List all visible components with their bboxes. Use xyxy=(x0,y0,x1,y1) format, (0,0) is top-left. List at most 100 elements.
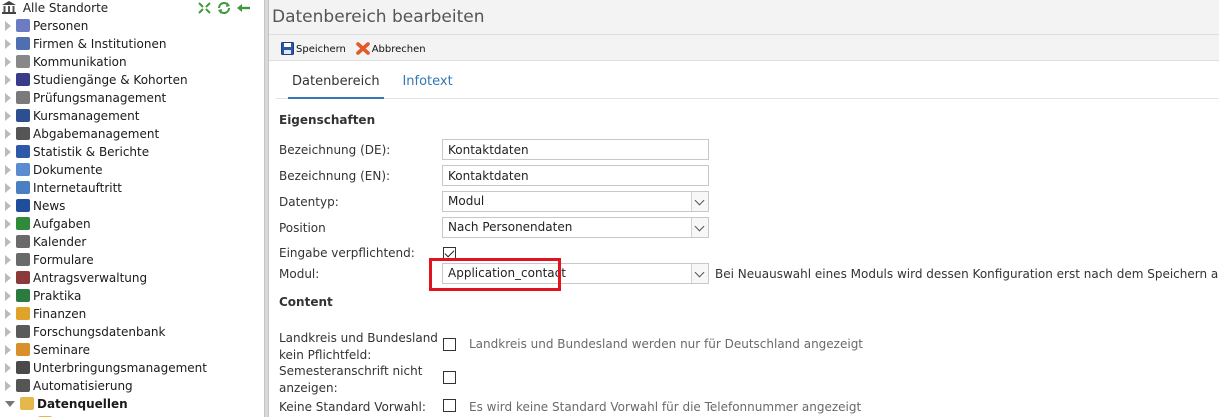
sidebar-item[interactable]: Statistik & Berichte xyxy=(0,143,264,161)
chevron-right-icon[interactable] xyxy=(5,129,11,139)
chevron-right-icon[interactable] xyxy=(5,345,11,355)
save-button[interactable]: Speichern xyxy=(281,42,346,55)
toolbar: Speichern Abbrechen xyxy=(269,35,1219,61)
datatype-select[interactable]: Modul xyxy=(442,191,709,212)
chevron-right-icon[interactable] xyxy=(5,183,11,193)
sidebar-item-label: Antragsverwaltung xyxy=(33,271,148,285)
sidebar-item[interactable]: Abgabemanagement xyxy=(0,125,264,143)
required-checkbox[interactable] xyxy=(443,247,456,260)
sidebar-item-label: Forschungsdatenbank xyxy=(33,325,166,339)
sidebar-item[interactable]: Prüfungsmanagement xyxy=(0,89,264,107)
sidebar-item[interactable]: Aufgaben xyxy=(0,215,264,233)
sidebar-item[interactable]: Automatisierung xyxy=(0,377,264,395)
network-icon xyxy=(16,289,30,302)
district-label: Landkreis und Bundesland kein Pflichtfel… xyxy=(279,330,438,364)
factory-icon xyxy=(16,37,30,50)
tab-infotext[interactable]: Infotext xyxy=(398,62,456,99)
sidebar-item[interactable]: Kommunikation xyxy=(0,53,264,71)
chevron-right-icon[interactable] xyxy=(5,219,11,229)
sidebar-item[interactable]: Personen xyxy=(0,17,264,35)
chevron-right-icon[interactable] xyxy=(5,363,11,373)
gear-icon xyxy=(16,379,30,392)
module-hint: Bei Neuauswahl eines Moduls wird dessen … xyxy=(715,267,1219,281)
globe-icon xyxy=(16,181,30,194)
name-de-input[interactable] xyxy=(442,139,709,160)
sidebar-item-label: Internetauftritt xyxy=(33,181,123,195)
sidebar-item[interactable]: Internetauftritt xyxy=(0,179,264,197)
sidebar-item[interactable]: Firmen & Institutionen xyxy=(0,35,264,53)
sidebar-tree: Alle Standorte Personen Firmen & Institut… xyxy=(0,0,264,417)
chevron-right-icon[interactable] xyxy=(5,291,11,301)
sidebar-item-label: Studiengänge & Kohorten xyxy=(33,73,188,87)
chevron-right-icon[interactable] xyxy=(5,165,11,175)
district-checkbox[interactable] xyxy=(443,338,456,351)
chevron-right-icon[interactable] xyxy=(5,309,11,319)
sidebar-item[interactable]: Dokumente xyxy=(0,161,264,179)
sidebar-item-label: Kalender xyxy=(33,235,87,249)
chevron-right-icon[interactable] xyxy=(5,75,11,85)
chevron-right-icon[interactable] xyxy=(5,39,11,49)
sidebar-item-label: Finanzen xyxy=(33,307,87,321)
dialcode-checkbox[interactable] xyxy=(443,399,456,412)
form-row-dialcode: Keine Standard Vorwahl: Es wird keine St… xyxy=(279,395,1219,419)
module-select[interactable]: Application_contact xyxy=(442,263,709,284)
form-panel: Datenbereich Infotext Eigenschaften Beze… xyxy=(276,62,1219,417)
chevron-right-icon[interactable] xyxy=(5,111,11,121)
chevron-right-icon[interactable] xyxy=(5,57,11,67)
info-icon xyxy=(16,199,30,212)
sidebar-item[interactable]: Kursmanagement xyxy=(0,107,264,125)
sidebar-item[interactable]: News xyxy=(0,197,264,215)
sidebar-item-label: Aufgaben xyxy=(33,217,91,231)
tree-subitem[interactable] xyxy=(0,413,264,417)
tab-datenbereich[interactable]: Datenbereich xyxy=(288,62,384,99)
sidebar-item[interactable]: Studiengänge & Kohorten xyxy=(0,71,264,89)
sidebar-item[interactable]: Kalender xyxy=(0,233,264,251)
sidebar-item[interactable]: Praktika xyxy=(0,287,264,305)
page-title: Datenbereich bearbeiten xyxy=(269,0,1219,35)
position-label: Position xyxy=(279,221,326,235)
coins-icon xyxy=(16,307,30,320)
sidebar-root-row[interactable]: Alle Standorte xyxy=(0,0,264,17)
sidebar-item-label: Firmen & Institutionen xyxy=(33,37,167,51)
name-en-input[interactable] xyxy=(442,165,709,186)
tree-tools xyxy=(198,2,253,15)
sidebar-item[interactable]: Formulare xyxy=(0,251,264,269)
chevron-right-icon[interactable] xyxy=(5,147,11,157)
chevron-right-icon[interactable] xyxy=(5,327,11,337)
sidebar-item-label: Kursmanagement xyxy=(33,109,140,123)
module-value: Application_contact xyxy=(448,266,566,280)
floppy-disk-icon xyxy=(281,42,294,55)
chevron-down-icon[interactable] xyxy=(5,401,15,407)
position-value: Nach Personendaten xyxy=(448,220,573,234)
chevron-right-icon[interactable] xyxy=(5,381,11,391)
chevron-right-icon[interactable] xyxy=(5,273,11,283)
sidebar-item-label: Seminare xyxy=(33,343,91,357)
sidebar-item-label: Automatisierung xyxy=(33,379,133,393)
chevron-right-icon[interactable] xyxy=(5,237,11,247)
name-de-label: Bezeichnung (DE): xyxy=(279,143,391,157)
cancel-button-label: Abbrechen xyxy=(371,44,426,55)
chevron-down-icon xyxy=(691,192,708,211)
position-select[interactable]: Nach Personendaten xyxy=(442,217,709,238)
sidebar-root-label: Alle Standorte xyxy=(22,1,109,15)
chevron-down-icon xyxy=(691,264,708,283)
form-row-semester: Semesteranschrift nicht anzeigen: xyxy=(279,363,1219,397)
sidebar-item-label: Datenquellen xyxy=(37,397,128,411)
chevron-right-icon[interactable] xyxy=(5,255,11,265)
module-label: Modul: xyxy=(279,267,320,281)
sidebar-item[interactable]: Seminare xyxy=(0,341,264,359)
chevron-right-icon[interactable] xyxy=(5,93,11,103)
form-row-district: Landkreis und Bundesland kein Pflichtfel… xyxy=(279,330,1219,364)
id-card-icon xyxy=(16,127,30,140)
sidebar-item[interactable]: Datenquellen xyxy=(0,395,264,413)
section-title-content: Content xyxy=(279,295,333,309)
chevron-right-icon[interactable] xyxy=(5,201,11,211)
folder-icon xyxy=(16,163,30,176)
chevron-right-icon[interactable] xyxy=(5,21,11,31)
cancel-button[interactable]: Abbrechen xyxy=(355,42,426,55)
sidebar-item[interactable]: Antragsverwaltung xyxy=(0,269,264,287)
sidebar-item[interactable]: Finanzen xyxy=(0,305,264,323)
semester-checkbox[interactable] xyxy=(443,371,456,384)
sidebar-item[interactable]: Unterbringungsmanagement xyxy=(0,359,264,377)
sidebar-item[interactable]: Forschungsdatenbank xyxy=(0,323,264,341)
